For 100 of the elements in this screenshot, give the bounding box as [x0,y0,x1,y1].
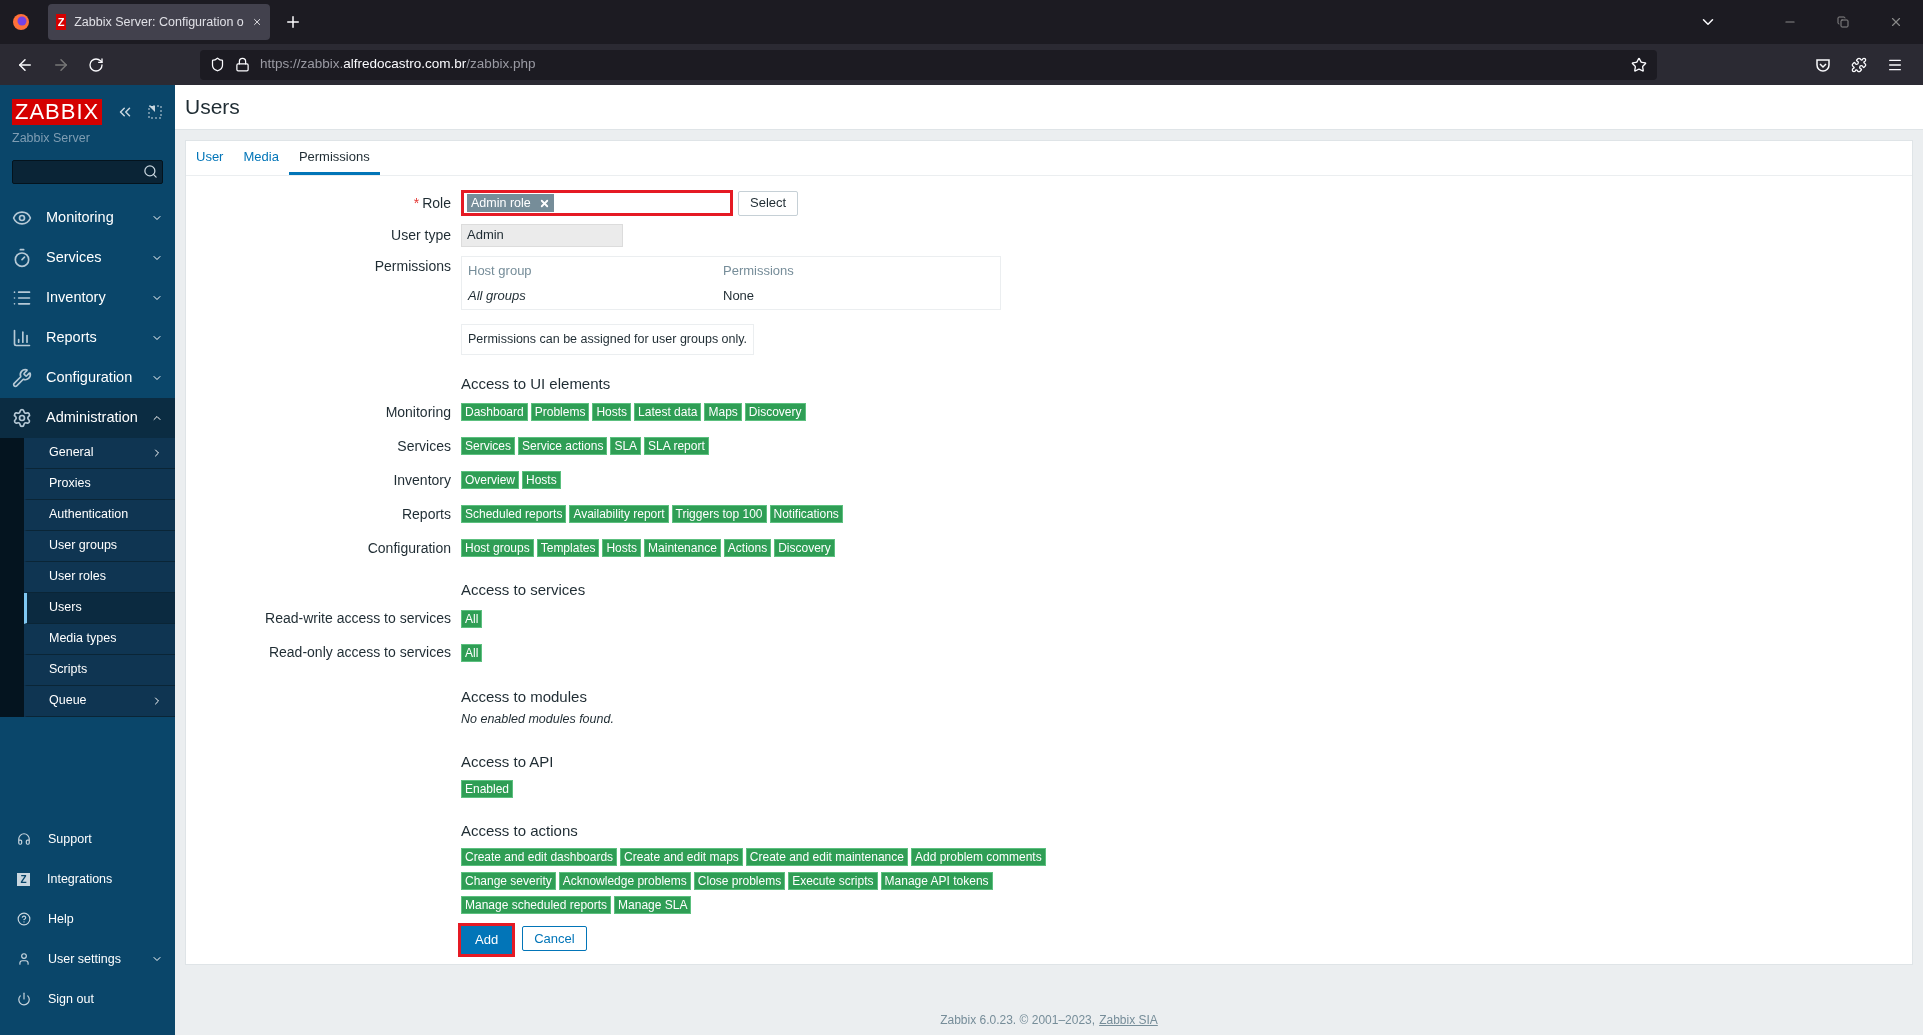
section-heading: Access to actions [461,820,578,841]
form-tab[interactable]: Permissions [288,141,380,175]
search-icon[interactable] [143,164,158,180]
permission-tag: Add problem comments [910,848,1046,866]
permission-tag: Discovery [774,539,835,558]
submenu-item[interactable]: User roles [24,561,175,593]
field-label: Read-write access to services [265,610,451,627]
timer-icon [12,247,32,268]
lock-icon [235,57,250,72]
permission-tag: Hosts [522,471,561,490]
permission-tag: Latest data [634,403,702,422]
permission-tag: Acknowledge problems [558,872,691,890]
table-cell-text: All groups [468,286,527,305]
section-heading: Access to API [461,752,554,772]
permission-tag: Host groups [461,539,534,558]
permission-tag: Manage API tokens [880,872,993,890]
permission-tag: Maps [704,403,742,422]
field-label: Monitoring [385,403,451,420]
permission-tag: Scheduled reports [461,505,567,524]
footer-text: Zabbix 6.0.23. © 2001–2023, [940,1012,1096,1029]
submenu-item[interactable]: Scripts [24,654,175,686]
menu-item[interactable]: Help [0,899,175,939]
permission-tag: Hosts [602,539,642,558]
submenu-item[interactable]: Authentication [24,499,175,531]
section-heading: Access to UI elements [461,373,611,394]
permission-tag: Execute scripts [788,872,878,890]
chart-icon [12,327,32,348]
integrations-icon: Z [17,872,30,886]
role-chip: Admin role [467,194,554,212]
remove-icon[interactable] [538,197,550,209]
submenu-item[interactable]: Users [24,592,175,624]
menu-item[interactable]: User settings [0,939,175,979]
close-window-icon[interactable] [1889,15,1903,29]
field-label: Role [422,194,451,211]
reload-icon[interactable] [88,56,104,73]
menu-item[interactable]: Z Integrations [0,859,175,899]
menu-item[interactable]: Support [0,819,175,859]
permission-tag: Manage SLA [614,896,692,914]
modules-message: No enabled modules found. [461,711,614,729]
form-tab[interactable]: User [186,141,234,175]
menu-item[interactable]: Monitoring [0,197,175,238]
permission-tag: Create and edit maps [620,848,743,866]
user-icon [17,952,31,966]
permission-tag: Hosts [592,403,632,422]
submenu-item[interactable]: Proxies [24,468,175,500]
permission-tag: Notifications [769,505,843,524]
column-header: Permissions [723,262,795,280]
permission-tag: Service actions [518,437,608,456]
submenu-item[interactable]: Queue [24,685,175,717]
permission-tag: Dashboard [461,403,528,422]
permission-tag: Manage scheduled reports [461,896,612,914]
field-label: Configuration [367,539,451,556]
field-label: Reports [401,505,451,522]
headset-icon [17,832,31,846]
pocket-icon[interactable] [1815,56,1831,73]
menu-item[interactable]: Inventory [0,277,175,318]
page-title: Users [185,94,240,121]
tab-favicon: Z [56,14,67,30]
menu-item[interactable]: Administration [0,397,175,438]
tab-title: Zabbix Server: Configuration o [74,13,244,31]
user-type-field: Admin [461,223,623,247]
browser-logo-icon [12,13,30,31]
permission-tag: Discovery [744,403,806,422]
permission-tag: Change severity [461,872,556,890]
form-tab[interactable]: Media [233,141,289,175]
shield-icon[interactable] [210,57,225,72]
wrench-icon [12,367,32,388]
permission-tag: Close problems [693,872,786,890]
permission-tag: Create and edit dashboards [461,848,618,866]
permission-tag: Overview [461,471,519,490]
menu-item[interactable]: Services [0,237,175,278]
select-button[interactable]: Select [738,190,799,216]
field-label: User type [391,226,451,243]
bookmark-star-icon[interactable] [1631,56,1647,73]
submenu-item[interactable]: User groups [24,530,175,562]
url-text: https://zabbix.alfredocastro.com.br/zabbix.php [260,55,536,74]
cancel-button[interactable]: Cancel [522,926,587,951]
browser-tab[interactable]: Z Zabbix Server: Configuration o [48,4,270,40]
permission-tag: All [461,609,483,628]
new-tab-icon[interactable] [284,13,302,31]
field-label: Read-only access to services [268,644,451,661]
submenu-item[interactable]: General [24,437,175,469]
help-icon [17,912,31,926]
expand-icon[interactable] [148,105,163,119]
required-mark: * [413,194,420,211]
permission-tag: Problems [530,403,590,422]
permission-tag: SLA [610,437,642,456]
address-bar[interactable]: https://zabbix.alfredocastro.com.br/zabbix.php [200,49,1657,80]
restore-icon[interactable] [1837,16,1849,28]
menu-item[interactable]: Reports [0,317,175,358]
menu-item[interactable]: Configuration [0,357,175,398]
extensions-icon[interactable] [1851,56,1867,73]
section-heading: Access to modules [461,686,587,707]
menu-item[interactable]: Sign out [0,979,175,1019]
search-field[interactable] [12,159,163,184]
add-button[interactable]: Add [461,926,513,954]
field-label: Inventory [393,471,451,488]
permission-tag: SLA report [644,437,709,456]
zabbix-logo[interactable]: ZABBIX [12,99,103,125]
submenu-item[interactable]: Media types [24,623,175,655]
